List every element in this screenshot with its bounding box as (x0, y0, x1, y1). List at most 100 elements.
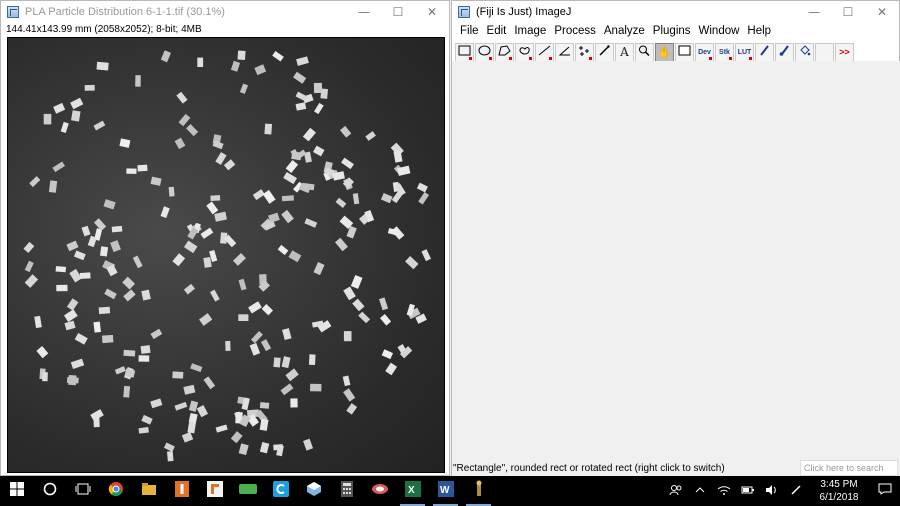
oval-tool[interactable] (475, 42, 494, 62)
chrome-button[interactable] (99, 476, 132, 506)
particle (81, 225, 91, 237)
particle (206, 201, 219, 215)
image-window-title: PLA Particle Distribution 6-1-1.tif (30.… (25, 6, 225, 18)
particle (288, 250, 302, 263)
particle (166, 451, 174, 462)
show-hidden-icons-button[interactable] (688, 476, 712, 506)
menu-image[interactable]: Image (514, 25, 546, 37)
particle (138, 355, 150, 362)
particle (259, 418, 269, 431)
particle (310, 383, 322, 392)
color-picker-tool[interactable] (675, 42, 694, 62)
hand-tool[interactable]: ✋ (655, 42, 674, 62)
rectangle-tool[interactable] (455, 42, 474, 62)
more-tools-button[interactable]: >> (835, 42, 854, 62)
image-canvas[interactable] (7, 37, 445, 473)
particle (273, 444, 284, 451)
dev-tool[interactable]: Dev (695, 42, 714, 62)
app-button[interactable] (231, 476, 264, 506)
imagej-button[interactable] (165, 476, 198, 506)
pencil-tool[interactable] (755, 42, 774, 62)
cortana-c-button[interactable] (264, 476, 297, 506)
particle (281, 356, 291, 369)
particle (308, 354, 316, 366)
particle (343, 331, 352, 342)
maximize-icon[interactable]: ☐ (381, 5, 415, 19)
close-icon[interactable]: ✕ (865, 5, 899, 19)
magnifier-tool[interactable] (635, 42, 654, 62)
network-button[interactable] (712, 476, 736, 506)
particle (405, 256, 419, 270)
particle (150, 398, 163, 409)
start-button[interactable] (0, 476, 33, 506)
cortana-button[interactable] (33, 476, 66, 506)
multipoint-tool[interactable] (575, 42, 594, 62)
people-button[interactable] (664, 476, 688, 506)
particle (137, 164, 148, 172)
text-tool[interactable]: A (615, 42, 634, 62)
menu-window[interactable]: Window (699, 25, 740, 37)
particle (93, 120, 106, 131)
menu-file[interactable]: File (460, 25, 479, 37)
flood-fill-tool[interactable] (795, 42, 814, 62)
imagej-titlebar[interactable]: (Fiji Is Just) ImageJ — ☐ ✕ (452, 1, 899, 23)
minimize-icon[interactable]: — (797, 5, 831, 19)
polygon-tool[interactable] (495, 42, 514, 62)
angle-tool[interactable] (555, 42, 574, 62)
particle (138, 427, 149, 434)
particle (215, 152, 227, 165)
people-icon (669, 484, 683, 499)
browser-button[interactable] (363, 476, 396, 506)
calculator-icon (340, 480, 353, 502)
calculator-button[interactable] (330, 476, 363, 506)
fiji-taskbar-button[interactable] (462, 476, 495, 506)
search-input[interactable]: Click here to search (800, 460, 898, 476)
wand-tool[interactable] (595, 42, 614, 62)
excel-button[interactable]: X (396, 476, 429, 506)
freehand-tool[interactable] (515, 42, 534, 62)
minimize-icon[interactable]: — (347, 5, 381, 19)
file-explorer-button[interactable] (132, 476, 165, 506)
lut-tool[interactable]: LUT (735, 42, 754, 62)
battery-button[interactable] (736, 476, 760, 506)
menu-edit[interactable]: Edit (487, 25, 507, 37)
word-button[interactable]: W (429, 476, 462, 506)
action-center-button[interactable] (870, 476, 900, 506)
app-cube-button[interactable] (297, 476, 330, 506)
particle (66, 240, 79, 252)
particle (350, 274, 363, 289)
clock-date: 6/1/2018 (819, 492, 859, 503)
menu-process[interactable]: Process (554, 25, 596, 37)
particle (93, 321, 102, 333)
menu-plugins[interactable]: Plugins (653, 25, 691, 37)
volume-button[interactable] (760, 476, 784, 506)
cortana-icon (43, 482, 57, 501)
particle (238, 443, 249, 456)
particle (199, 313, 213, 326)
particle (183, 283, 196, 295)
particle (70, 97, 84, 110)
line-tool[interactable] (535, 42, 554, 62)
particle (43, 113, 52, 125)
maximize-icon[interactable]: ☐ (831, 5, 865, 19)
brush-tool[interactable] (775, 42, 794, 62)
menu-help[interactable]: Help (747, 25, 771, 37)
particle (60, 121, 69, 133)
close-icon[interactable]: ✕ (415, 5, 449, 19)
image-window-titlebar[interactable]: PLA Particle Distribution 6-1-1.tif (30.… (1, 1, 449, 23)
particle (248, 301, 262, 314)
pen-workspace-button[interactable] (784, 476, 808, 506)
pencil-icon (758, 45, 771, 59)
menu-analyze[interactable]: Analyze (604, 25, 645, 37)
clock[interactable]: 3:45 PM 6/1/2018 (808, 478, 870, 504)
particle (103, 199, 116, 210)
imagej-body (452, 61, 900, 461)
browser-icon (371, 482, 389, 501)
chevron-up-icon (695, 485, 705, 497)
blank-tool[interactable] (815, 42, 834, 62)
menu-bar: File Edit Image Process Analyze Plugins … (452, 23, 899, 39)
stk-tool[interactable]: Stk (715, 42, 734, 62)
flood-fill-icon (798, 45, 811, 59)
fiji-button[interactable] (198, 476, 231, 506)
task-view-button[interactable] (66, 476, 99, 506)
